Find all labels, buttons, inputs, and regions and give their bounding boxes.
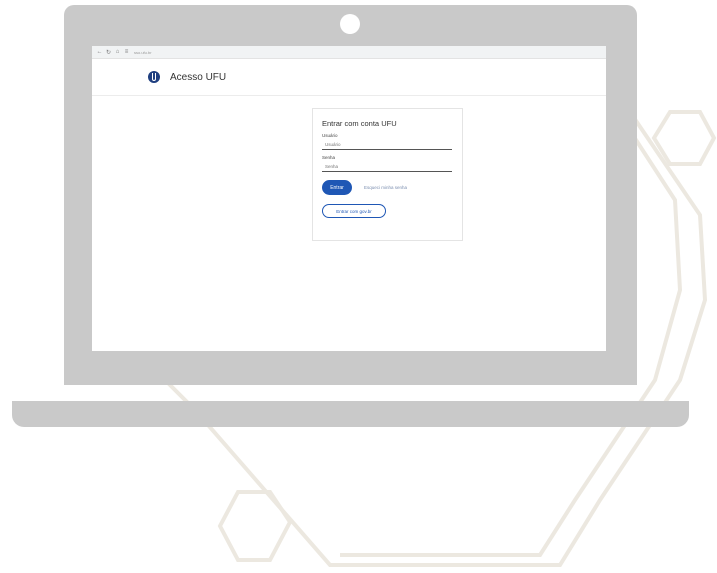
- reload-icon[interactable]: ↻: [104, 49, 113, 56]
- tune-icon[interactable]: ≡: [122, 49, 131, 55]
- laptop-lid: ← ↻ ⌂ ≡ sso.ufu.br Acesso UFU Entrar com…: [64, 5, 637, 385]
- ufu-logo-icon: [148, 71, 160, 83]
- username-label: Usuário: [322, 133, 338, 138]
- url-text[interactable]: sso.ufu.br: [134, 50, 152, 55]
- arrow-left-icon[interactable]: ←: [95, 49, 104, 55]
- browser-address-bar: ← ↻ ⌂ ≡ sso.ufu.br: [92, 46, 606, 59]
- password-label: Senha: [322, 155, 336, 160]
- home-icon[interactable]: ⌂: [113, 49, 122, 55]
- login-title: Entrar com conta UFU: [322, 119, 397, 128]
- forgot-password-link[interactable]: Esqueci minha senha: [364, 185, 407, 190]
- app-header: Acesso UFU: [92, 59, 606, 96]
- app-title: Acesso UFU: [170, 71, 227, 83]
- laptop-base: [12, 401, 689, 427]
- password-input[interactable]: [322, 161, 452, 172]
- login-card: Entrar com conta UFU Usuário Senha Entra…: [312, 108, 463, 241]
- camera-icon: [340, 14, 360, 34]
- govbr-login-button[interactable]: Entrar com gov.br: [322, 204, 386, 218]
- username-input[interactable]: [322, 139, 452, 150]
- submit-button[interactable]: Entrar: [322, 180, 352, 195]
- laptop-screen: ← ↻ ⌂ ≡ sso.ufu.br Acesso UFU Entrar com…: [92, 46, 606, 351]
- login-actions: Entrar Esqueci minha senha: [322, 180, 453, 195]
